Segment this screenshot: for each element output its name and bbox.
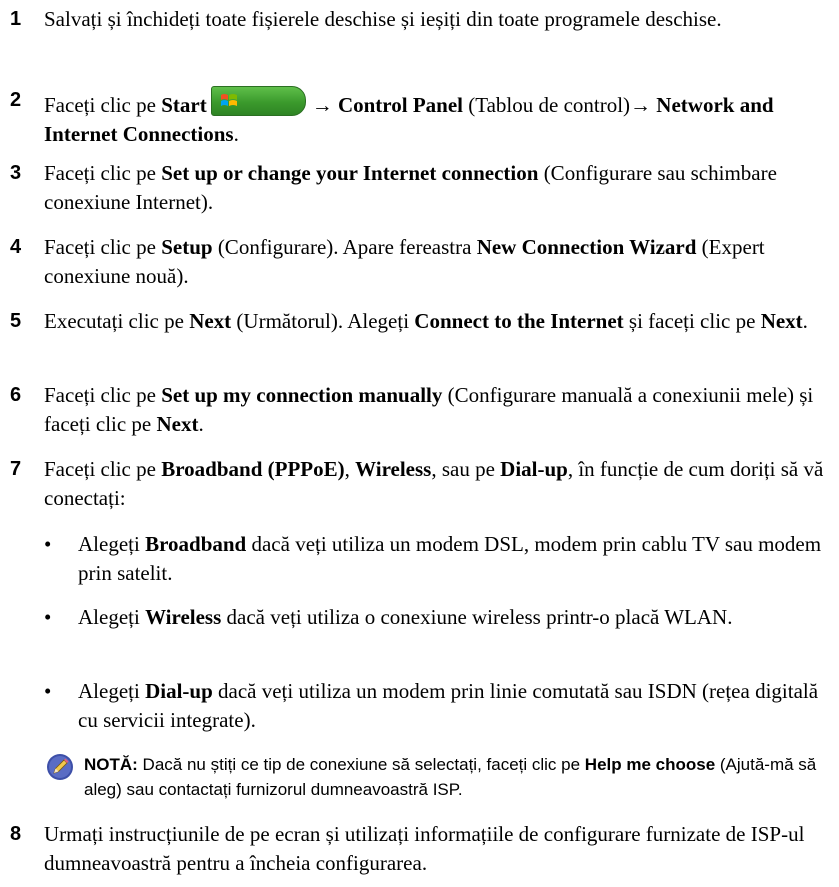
step-number: 7: [10, 458, 22, 480]
bullet-dot: •: [44, 605, 52, 629]
pencil-note-icon: [47, 754, 73, 780]
step-text: Faceți clic pe Set up or change your Int…: [44, 161, 777, 214]
bold-term: Help me choose: [584, 755, 716, 774]
bold-term: Setup: [161, 235, 213, 259]
bold-term: Set up or change your Internet connectio…: [161, 161, 539, 185]
bold-term: New Connection Wizard: [476, 235, 697, 259]
step-number: 4: [10, 236, 22, 258]
step-number: 5: [10, 310, 22, 332]
bold-term: Wireless: [145, 605, 222, 629]
bullet-text: Alegeți Dial-up dacă veți utiliza un mod…: [78, 679, 819, 732]
note-text: NOTĂ: Dacă nu știți ce tip de conexiune …: [84, 755, 817, 799]
bold-term: Broadband: [145, 532, 247, 556]
step-text: Faceți clic pe Broadband (PPPoE), Wirele…: [44, 457, 824, 510]
step-text: Executați clic pe Next (Următorul). Aleg…: [44, 309, 808, 333]
bold-term: Broadband (PPPoE): [161, 457, 345, 481]
bullet-text: Alegeți Broadband dacă veți utiliza un m…: [78, 532, 822, 585]
bold-term: NOTĂ:: [84, 755, 138, 774]
bold-term: Dial-up: [500, 457, 568, 481]
step-text: Urmați instrucțiunile de pe ecran și uti…: [44, 822, 805, 875]
bold-term: Next: [760, 309, 803, 333]
bold-term: Wireless: [355, 457, 432, 481]
bullet-dot: •: [44, 532, 52, 556]
bold-term: Next: [156, 411, 199, 436]
windows-flag-icon: [220, 94, 237, 106]
step-number: 2: [10, 89, 22, 111]
step-text: Faceți clic pe Start → Control Panel (Tab…: [44, 86, 834, 148]
bold-term: Control Panel: [337, 93, 463, 117]
step-number: 1: [10, 8, 22, 30]
bold-term: Dial-up: [145, 679, 213, 703]
step-number: 8: [10, 823, 22, 845]
bold-term: Set up my connection manually: [161, 383, 443, 407]
bullet-text: Alegeți Wireless dacă veți utiliza o con…: [78, 605, 733, 629]
bold-term: Start: [161, 93, 207, 117]
step-text: Faceți clic pe Set up my connection manu…: [44, 383, 814, 436]
step-text: Faceți clic pe Setup (Configurare). Apar…: [44, 235, 765, 288]
step-number: 6: [10, 384, 22, 406]
bold-term: Connect to the Internet: [414, 309, 624, 333]
step-text: Salvați și închideți toate fișierele des…: [44, 7, 722, 31]
step-number: 3: [10, 162, 22, 184]
bullet-dot: •: [44, 679, 52, 703]
bold-term: Next: [189, 309, 232, 333]
start-button-image: [210, 86, 306, 116]
document-page: 1 Salvați și închideți toate fișierele d…: [0, 0, 839, 887]
